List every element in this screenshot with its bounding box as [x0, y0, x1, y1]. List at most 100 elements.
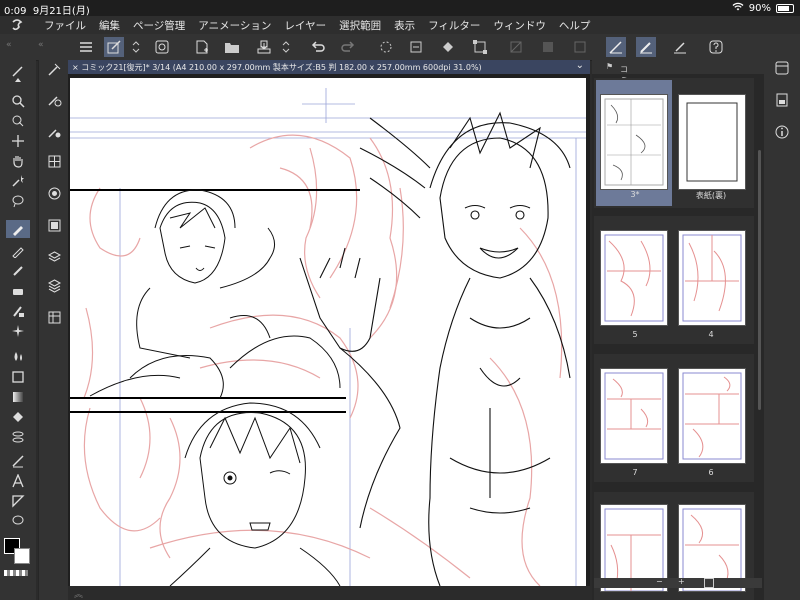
- lineart-character-3: [169, 402, 341, 586]
- help-icon[interactable]: [706, 37, 726, 57]
- zoom-tool-icon[interactable]: [8, 92, 28, 110]
- guide-lines: [70, 88, 586, 586]
- menu-filter[interactable]: フィルター: [428, 18, 480, 33]
- transform-icon[interactable]: [470, 37, 490, 57]
- figure-tool-icon[interactable]: [8, 368, 28, 386]
- menu-selection[interactable]: 選択範囲: [339, 18, 381, 33]
- page-label-3: 3*: [630, 190, 640, 199]
- lineart-character-2: [299, 111, 571, 586]
- fill-tool-icon[interactable]: [8, 408, 28, 426]
- sub-color-swatch[interactable]: [14, 548, 30, 564]
- menu-animation[interactable]: アニメーション: [198, 18, 271, 33]
- canvas-area[interactable]: [68, 74, 590, 586]
- move-layer-icon[interactable]: [8, 132, 28, 150]
- deselect-icon[interactable]: [506, 37, 526, 57]
- info-icon[interactable]: [774, 124, 790, 140]
- page-thumb-back-cover[interactable]: [678, 94, 746, 190]
- save-stepper-icon[interactable]: [280, 37, 292, 57]
- page-thumb-5[interactable]: [600, 230, 668, 326]
- menu-window[interactable]: ウィンドウ: [493, 18, 546, 33]
- layer-icon[interactable]: [45, 248, 63, 266]
- brush-stabilize-icon[interactable]: [636, 37, 656, 57]
- layer-property-icon[interactable]: [45, 276, 63, 294]
- color-set-icon[interactable]: [45, 184, 63, 202]
- ruler-snap-icon[interactable]: [670, 37, 690, 57]
- menu-layer[interactable]: レイヤー: [284, 18, 326, 33]
- stepper-icon[interactable]: [130, 37, 142, 57]
- zoom-out-button[interactable]: −: [656, 577, 663, 586]
- menu-page[interactable]: ページ管理: [133, 18, 185, 33]
- lasso-tool-icon[interactable]: [8, 192, 28, 210]
- fill-icon[interactable]: [438, 37, 458, 57]
- menu-file[interactable]: ファイル: [44, 18, 86, 33]
- lineart-character-1: [89, 189, 341, 399]
- status-right: 90%: [732, 2, 794, 14]
- open-folder-icon[interactable]: [222, 37, 242, 57]
- frame-tool-icon[interactable]: [8, 428, 28, 446]
- manga-page[interactable]: [70, 78, 586, 586]
- move-view-icon[interactable]: [8, 74, 28, 92]
- selection-border-icon[interactable]: [570, 37, 590, 57]
- menu-view[interactable]: 表示: [394, 18, 415, 33]
- status-time-date: 0:09 9月21日(月): [4, 2, 90, 17]
- page-label-7: 7: [632, 468, 638, 477]
- brush-tool-icon[interactable]: [8, 262, 28, 280]
- color-wheel-icon[interactable]: [45, 152, 63, 170]
- menu-edit[interactable]: 編集: [99, 18, 120, 33]
- quick-access-icon[interactable]: [152, 37, 172, 57]
- battery-percent: 90%: [748, 2, 771, 14]
- text-tool-icon[interactable]: [8, 472, 28, 490]
- redo-icon[interactable]: [338, 37, 358, 57]
- loading-icon[interactable]: [376, 37, 396, 57]
- operation-tool-icon[interactable]: [8, 112, 28, 130]
- line-correct-icon[interactable]: [8, 512, 28, 530]
- brush-size-icon[interactable]: [45, 122, 63, 140]
- eraser-tool-icon[interactable]: [8, 282, 28, 300]
- gradient-tool-icon[interactable]: [8, 388, 28, 406]
- ruler-tool-icon[interactable]: [8, 452, 28, 470]
- subtool-palette: [38, 60, 69, 600]
- right-dock: [764, 34, 800, 600]
- panel-page-icon[interactable]: [774, 92, 790, 108]
- hand-tool-icon[interactable]: [8, 152, 28, 170]
- page-panel-scrollbar[interactable]: [758, 150, 761, 410]
- balloon-tool-icon[interactable]: [8, 492, 28, 510]
- panel-layout-icon[interactable]: [774, 60, 790, 76]
- edit-frame-icon[interactable]: [104, 37, 124, 57]
- undo-icon[interactable]: [308, 37, 328, 57]
- expand-left-icon[interactable]: «: [38, 40, 44, 50]
- invert-selection-icon[interactable]: [538, 37, 558, 57]
- layer-search-icon[interactable]: [45, 308, 63, 326]
- app-logo-icon[interactable]: [10, 18, 24, 32]
- page-label-5: 5: [632, 330, 638, 339]
- decoration-tool-icon[interactable]: [8, 302, 28, 320]
- menu-icon[interactable]: [76, 37, 96, 57]
- tool-property-icon[interactable]: [45, 90, 63, 108]
- page-thumb-4[interactable]: [678, 230, 746, 326]
- collapse-left-icon[interactable]: «: [6, 40, 12, 50]
- save-icon[interactable]: [254, 37, 274, 57]
- pen-selected-icon[interactable]: [6, 220, 30, 238]
- clear-icon[interactable]: [406, 37, 426, 57]
- page-manager-panel: ⚑ コミック21 3* 表紙(裏) 5 4 7 6: [592, 60, 764, 600]
- page-thumb-7[interactable]: [600, 368, 668, 464]
- chevron-down-icon[interactable]: ⌄: [576, 60, 584, 71]
- page-thumb-6[interactable]: [678, 368, 746, 464]
- zoom-in-button[interactable]: +: [678, 577, 685, 586]
- new-file-icon[interactable]: [192, 37, 212, 57]
- document-tab[interactable]: × コミック21[復元]* 3/14 (A4 210.00 x 297.00mm…: [68, 60, 590, 74]
- blend-tool-icon[interactable]: [8, 348, 28, 366]
- menu-help[interactable]: ヘルプ: [559, 18, 591, 33]
- auto-select-icon[interactable]: [8, 172, 28, 190]
- sparkle-tool-icon[interactable]: [8, 322, 28, 340]
- chevron-up-icon[interactable]: ︽: [74, 587, 83, 600]
- pencil-tool-icon[interactable]: [8, 242, 28, 260]
- pen-pressure-icon[interactable]: [606, 37, 626, 57]
- command-bar: « « »: [0, 34, 800, 61]
- fit-icon[interactable]: [704, 578, 714, 588]
- transparent-color-swatch[interactable]: [4, 570, 28, 576]
- material-icon[interactable]: [45, 216, 63, 234]
- subtool-palette-icon[interactable]: [45, 60, 63, 78]
- page-thumb-3[interactable]: [600, 94, 668, 190]
- menu-bar: ファイル 編集 ページ管理 アニメーション レイヤー 選択範囲 表示 フィルター…: [0, 16, 800, 34]
